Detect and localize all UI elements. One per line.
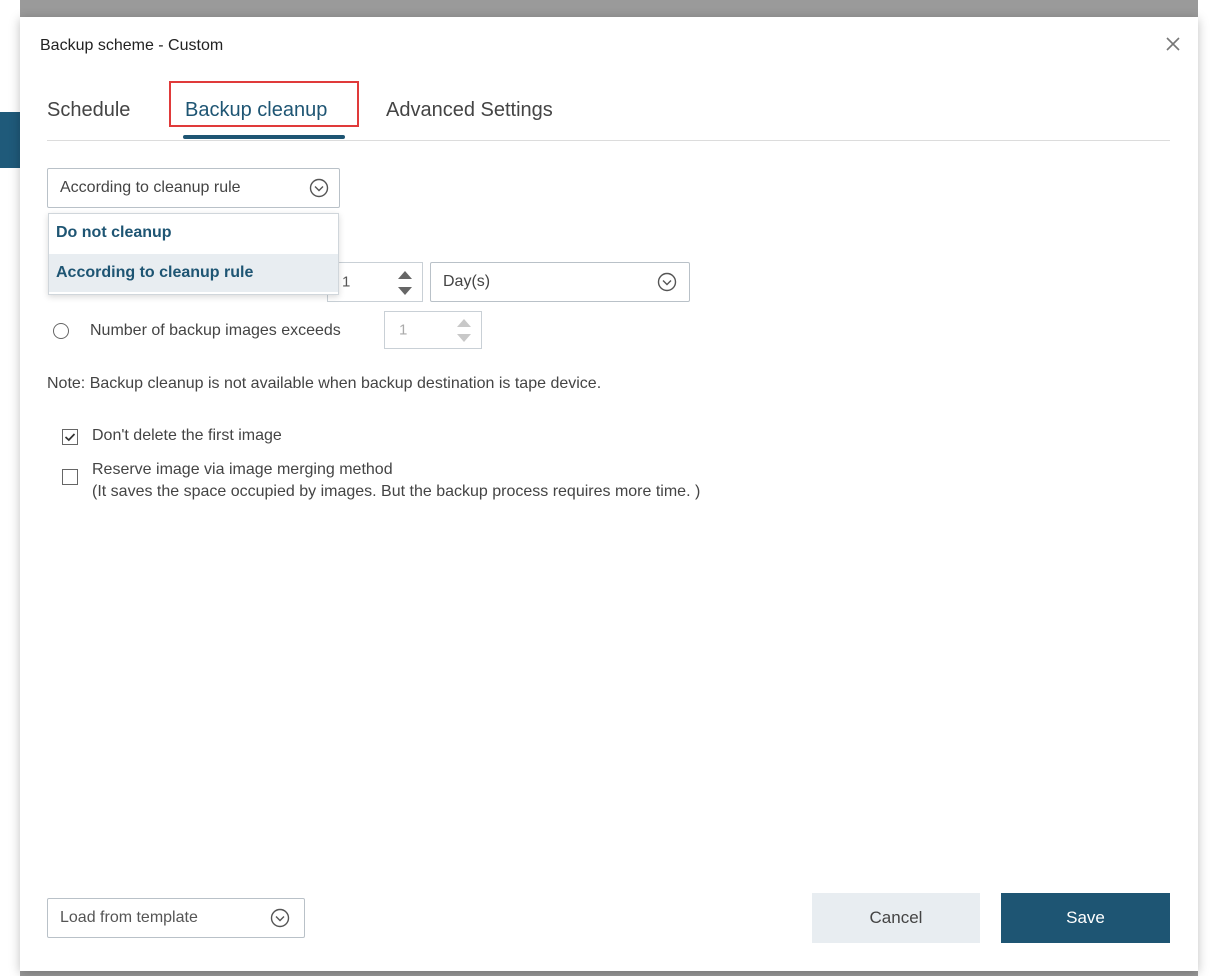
age-unit-value: Day(s) (443, 273, 491, 290)
close-icon[interactable] (1162, 33, 1184, 55)
tab-schedule[interactable]: Schedule (47, 99, 130, 122)
age-value: 1 (342, 273, 351, 291)
keep-first-checkbox[interactable] (62, 429, 78, 445)
chevron-down-icon (309, 178, 329, 198)
cleanup-mode-value: According to cleanup rule (60, 179, 241, 196)
count-value: 1 (399, 321, 408, 339)
chevron-down-icon (270, 908, 290, 928)
cancel-button[interactable]: Cancel (812, 893, 980, 943)
backup-scheme-dialog: Backup scheme - Custom Schedule Backup c… (20, 17, 1198, 971)
dialog-title: Backup scheme - Custom (40, 37, 224, 54)
tab-highlight-box (169, 81, 359, 127)
option-according-to-cleanup-rule[interactable]: According to cleanup rule (49, 254, 338, 292)
cleanup-note: Note: Backup cleanup is not available wh… (47, 375, 602, 392)
tab-advanced-settings[interactable]: Advanced Settings (386, 99, 553, 122)
decrement-icon[interactable] (457, 334, 471, 342)
checkmark-icon (64, 433, 76, 442)
chevron-down-icon (657, 272, 677, 292)
merge-checkbox[interactable] (62, 469, 78, 485)
merge-label: Reserve image via image merging method (92, 461, 393, 478)
background-right-panel (1198, 0, 1210, 976)
decrement-icon[interactable] (398, 287, 412, 295)
merge-description: (It saves the space occupied by images. … (92, 483, 701, 500)
keep-first-label: Don't delete the first image (92, 427, 282, 444)
template-placeholder: Load from template (60, 909, 198, 926)
cleanup-mode-dropdown: Do not cleanup According to cleanup rule (48, 213, 339, 295)
count-rule-radio[interactable] (53, 323, 69, 339)
save-button[interactable]: Save (1001, 893, 1170, 943)
background-nav-bar (0, 112, 20, 168)
count-rule-label: Number of backup images exceeds (90, 322, 341, 339)
option-do-not-cleanup[interactable]: Do not cleanup (49, 214, 338, 252)
age-unit-select[interactable]: Day(s) (430, 262, 690, 302)
tab-bar: Schedule Backup cleanup Advanced Setting… (47, 81, 1170, 141)
age-value-stepper[interactable]: 1 (327, 262, 423, 302)
increment-icon[interactable] (398, 271, 412, 279)
template-select[interactable]: Load from template (47, 898, 305, 938)
active-tab-indicator (183, 135, 345, 139)
increment-icon[interactable] (457, 319, 471, 327)
count-value-stepper[interactable]: 1 (384, 311, 482, 349)
cleanup-mode-select[interactable]: According to cleanup rule (47, 168, 340, 208)
